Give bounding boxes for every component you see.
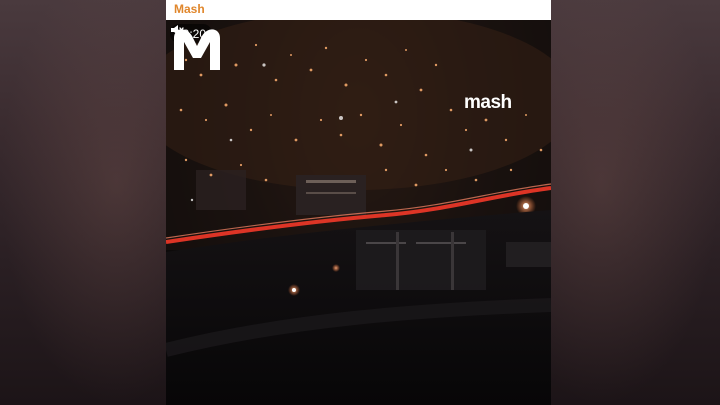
watermark-text: mash	[464, 92, 512, 113]
post-card: Mash 00:20 mash	[166, 0, 551, 405]
channel-name[interactable]: Mash	[174, 1, 205, 17]
blurred-background-right	[550, 0, 720, 405]
blurred-background-left	[0, 0, 166, 405]
post-header: Mash	[166, 0, 551, 20]
mash-logo-icon	[174, 29, 220, 70]
video-player[interactable]: 00:20 mash	[166, 20, 551, 405]
